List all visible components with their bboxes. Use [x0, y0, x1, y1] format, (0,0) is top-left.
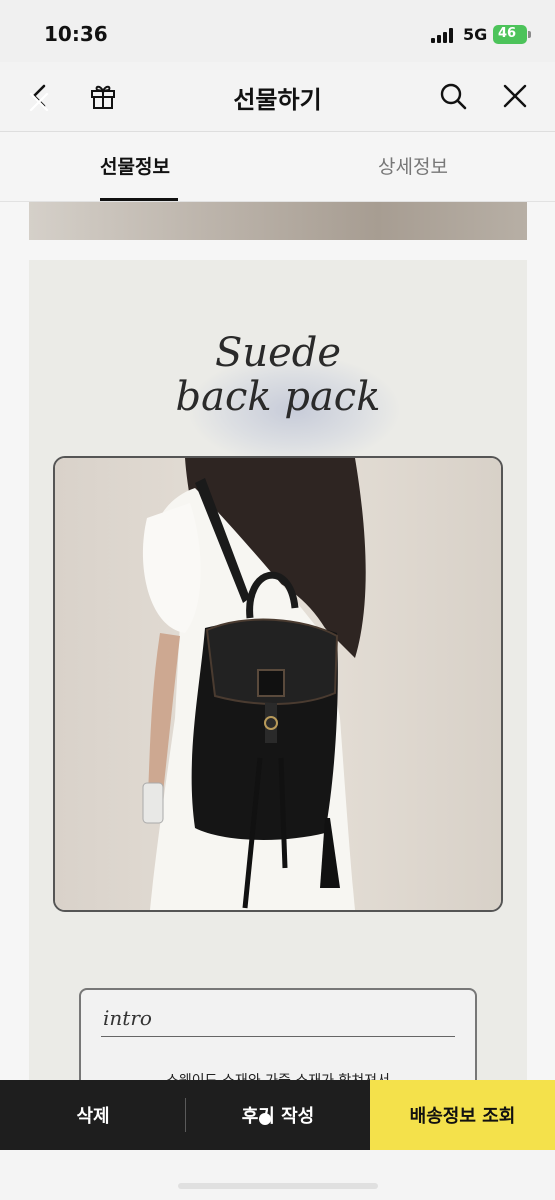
- close-icon: [503, 84, 527, 108]
- search-button[interactable]: [431, 74, 475, 118]
- intro-box: intro 스웨이드 소재와 가죽 소재가 합쳐져서: [79, 988, 477, 1080]
- write-review-button[interactable]: 후기 작성: [186, 1080, 370, 1150]
- delete-button[interactable]: 삭제: [0, 1080, 186, 1150]
- active-tab-indicator: [100, 198, 178, 201]
- intro-divider: [101, 1036, 455, 1037]
- backpack-photo-illustration: [55, 458, 501, 910]
- product-title-line2: back pack: [175, 374, 381, 420]
- product-title-line1: Suede: [214, 330, 342, 376]
- home-indicator[interactable]: [178, 1183, 378, 1189]
- app-screen: 10:36 5G 46 선물하기 선물정보 상세정보 Suede back pa…: [0, 0, 555, 1200]
- battery-level: 46: [497, 26, 517, 41]
- status-bar: 10:36 5G 46: [0, 0, 555, 62]
- search-icon: [440, 83, 467, 110]
- shipping-info-button[interactable]: 배송정보 조회: [370, 1080, 555, 1150]
- product-card: Suede back pack intro: [29, 260, 527, 1080]
- network-type: 5G: [463, 25, 488, 44]
- product-photo: [53, 456, 503, 912]
- tab-bar: 선물정보 상세정보: [0, 132, 555, 202]
- signal-icon: [431, 27, 457, 43]
- intro-label: intro: [103, 1006, 152, 1030]
- tab-detail-info[interactable]: 상세정보: [378, 152, 448, 179]
- app-header: 선물하기: [0, 62, 555, 132]
- intro-text: 스웨이드 소재와 가죽 소재가 합쳐져서: [81, 1070, 475, 1080]
- touch-indicator: [259, 1113, 271, 1125]
- tab-gift-info[interactable]: 선물정보: [100, 152, 170, 179]
- close-button[interactable]: [493, 74, 537, 118]
- home-area: [0, 1150, 555, 1200]
- detail-content[interactable]: Suede back pack intro: [0, 202, 555, 1080]
- battery-icon: 46: [493, 25, 531, 44]
- product-image-strip: [29, 202, 527, 240]
- status-time: 10:36: [44, 22, 108, 46]
- bottom-action-bar: 삭제 후기 작성 배송정보 조회: [0, 1080, 555, 1150]
